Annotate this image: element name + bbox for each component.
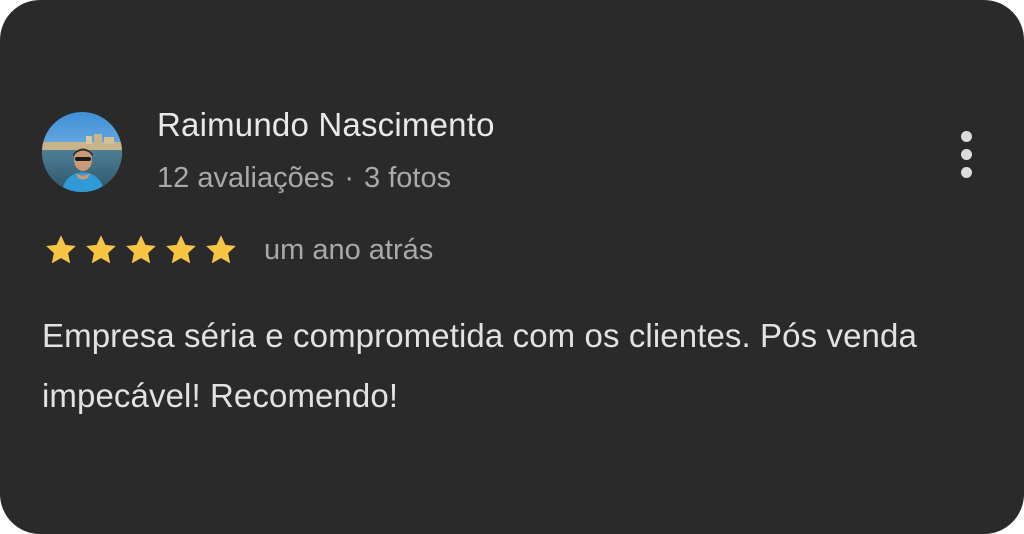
more-vert-icon-dot [960,166,972,178]
star-icon [82,232,120,268]
reviewer-stats: 12 avaliações · 3 fotos [157,162,451,195]
star-rating [42,232,240,268]
review-text: Empresa séria e comprometida com os clie… [42,317,917,414]
stats-separator: · [344,162,355,194]
star-icon [162,232,200,268]
review-time: um ano atrás [264,233,434,266]
more-vert-icon [960,130,972,142]
avatar[interactable] [42,112,122,192]
reviews-count: 12 avaliações [157,162,335,194]
photos-count: 3 fotos [364,162,452,194]
star-icon [202,232,240,268]
rating-row: um ano atrás [42,230,433,270]
star-icon [122,232,160,268]
star-icon [42,232,80,268]
avatar-photo [42,112,122,192]
review-card: Raimundo Nascimento 12 avaliações · 3 foto… [0,0,1024,534]
more-options-button[interactable] [944,124,988,184]
more-vert-icon-dot [960,148,972,160]
reviewer-name[interactable]: Raimundo Nascimento [157,106,495,144]
